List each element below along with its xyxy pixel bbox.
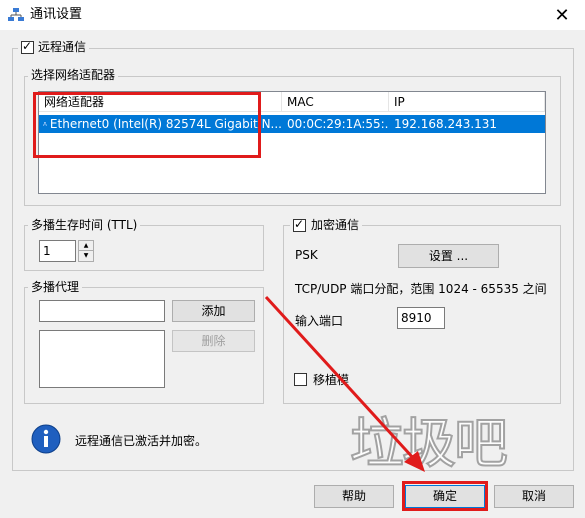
add-button[interactable]: 添加	[172, 300, 255, 322]
help-button[interactable]: 帮助	[314, 485, 394, 508]
transplant-label: 移植模	[313, 373, 350, 387]
adapter-ip: 192.168.243.131	[394, 117, 498, 131]
watermark: 垃圾吧	[349, 412, 509, 475]
network-icon	[8, 8, 24, 21]
ttl-spinner[interactable]: ▲ ▼	[78, 240, 94, 262]
remote-checkbox[interactable]	[21, 39, 34, 54]
transplant-row: 移植模	[294, 371, 349, 388]
encrypt-label: 加密通信	[311, 218, 360, 232]
window-title: 通讯设置	[30, 7, 83, 22]
cancel-button[interactable]: 取消	[494, 485, 574, 508]
annotation-box-adapter	[33, 92, 261, 158]
spin-down-icon[interactable]: ▼	[79, 251, 93, 261]
ttl-input[interactable]: 1	[39, 240, 76, 262]
remote-label: 远程通信	[38, 40, 87, 54]
column-ip[interactable]: IP	[389, 92, 545, 112]
ttl-group-label: 多播生存时间 (TTL)	[28, 218, 141, 232]
close-button[interactable]: ✕	[539, 0, 585, 30]
proxy-input[interactable]	[39, 300, 165, 322]
psk-label: PSK	[295, 248, 318, 262]
psk-settings-button[interactable]: 设置 ...	[398, 244, 499, 268]
annotation-box-ok	[402, 481, 488, 511]
port-range-text: TCP/UDP 端口分配，范围 1024 - 65535 之间	[295, 282, 547, 296]
status-text: 远程通信已激活并加密。	[75, 434, 208, 448]
transplant-checkbox[interactable]	[294, 373, 307, 386]
column-mac[interactable]: MAC	[282, 92, 389, 112]
port-label: 输入端口	[295, 314, 344, 328]
remote-group-header: 远程通信	[18, 39, 90, 54]
proxy-list[interactable]	[39, 330, 165, 388]
delete-button[interactable]: 删除	[172, 330, 255, 352]
info-icon	[31, 424, 61, 454]
proxy-group-label: 多播代理	[28, 280, 83, 294]
encrypt-checkbox[interactable]	[293, 217, 306, 232]
adapter-group-label: 选择网络适配器	[28, 68, 119, 82]
encrypt-group-header: 加密通信	[290, 217, 363, 232]
spin-up-icon[interactable]: ▲	[79, 241, 93, 251]
adapter-mac: 00:0C:29:1A:55:...	[287, 117, 389, 131]
port-input[interactable]: 8910	[397, 307, 445, 329]
title-bar	[0, 0, 585, 30]
